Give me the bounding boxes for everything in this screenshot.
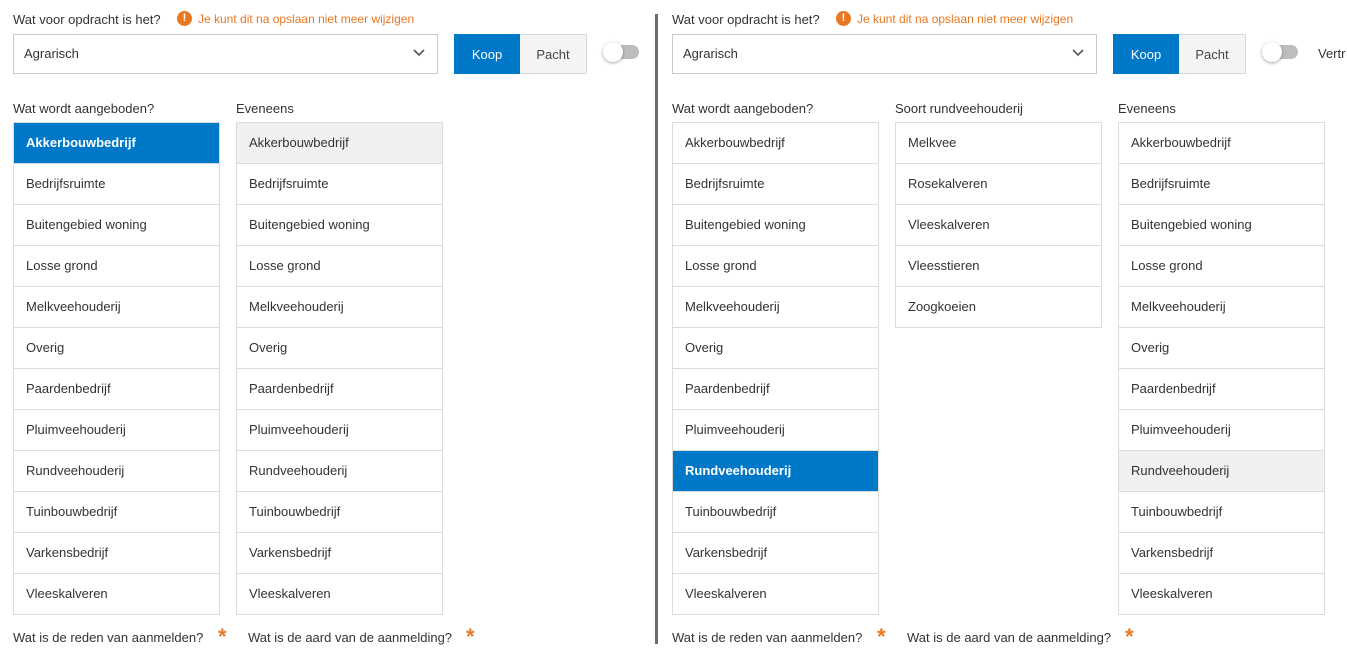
sub-type-header: Soort rundveehouderij [895, 101, 1023, 116]
list-item: Akkerbouwbedrijf [237, 123, 442, 164]
nature-label: Wat is de aard van de aanmelding? [248, 630, 453, 645]
warning-text: Je kunt dit na opslaan niet meer wijzige… [198, 12, 415, 26]
list-item[interactable]: Losse grond [14, 246, 219, 287]
list-item[interactable]: Varkensbedrijf [673, 533, 878, 574]
list-item[interactable]: Melkveehouderij [14, 287, 219, 328]
list-item[interactable]: Rosekalveren [896, 164, 1101, 205]
required-asterisk: * [877, 624, 886, 649]
toggle-switch[interactable] [1262, 42, 1298, 62]
list-item[interactable]: Buitengebied woning [237, 205, 442, 246]
assignment-type-label: Wat voor opdracht is het? [13, 12, 161, 27]
warning-icon: ! [836, 11, 851, 26]
list-item[interactable]: Akkerbouwbedrijf [673, 123, 878, 164]
list-item[interactable]: Overig [14, 328, 219, 369]
also-list: Akkerbouwbedrijf Bedrijfsruimte Buitengebi… [236, 122, 443, 615]
also-header: Eveneens [1118, 101, 1176, 116]
list-item[interactable]: Bedrijfsruimte [1119, 164, 1324, 205]
list-item[interactable]: Tuinbouwbedrijf [237, 492, 442, 533]
list-item[interactable]: Tuinbouwbedrijf [673, 492, 878, 533]
list-item[interactable]: Varkensbedrijf [14, 533, 219, 574]
select-value: Agrarisch [683, 46, 738, 61]
list-item[interactable]: Melkveehouderij [673, 287, 878, 328]
list-item[interactable]: Akkerbouwbedrijf [1119, 123, 1324, 164]
list-item[interactable]: Overig [1119, 328, 1324, 369]
list-item[interactable]: Bedrijfsruimte [14, 164, 219, 205]
assignment-type-label: Wat voor opdracht is het? [672, 12, 820, 27]
list-item[interactable]: Varkensbedrijf [237, 533, 442, 574]
right-panel: Wat voor opdracht is het? ! Je kunt dit … [659, 0, 1347, 649]
list-item[interactable]: Vleesstieren [896, 246, 1101, 287]
list-item[interactable]: Bedrijfsruimte [237, 164, 442, 205]
panel-divider [655, 14, 658, 644]
list-item[interactable]: Bedrijfsruimte [673, 164, 878, 205]
list-item[interactable]: Overig [237, 328, 442, 369]
koop-pacht-segment: Koop Pacht [454, 34, 587, 74]
list-item[interactable]: Melkvee [896, 123, 1101, 164]
list-item[interactable]: Vleeskalveren [673, 574, 878, 614]
list-item[interactable]: Overig [673, 328, 878, 369]
list-item[interactable]: Vleeskalveren [896, 205, 1101, 246]
list-item[interactable]: Varkensbedrijf [1119, 533, 1324, 574]
list-item[interactable]: Pluimveehouderij [237, 410, 442, 451]
list-item[interactable]: Melkveehouderij [1119, 287, 1324, 328]
pacht-button[interactable]: Pacht [520, 34, 587, 74]
list-item[interactable]: Vleeskalveren [14, 574, 219, 614]
toggle-knob [603, 42, 623, 62]
list-item[interactable]: Paardenbedrijf [673, 369, 878, 410]
assignment-type-select[interactable]: Agrarisch [672, 34, 1097, 74]
toggle-label: Vertr [1318, 46, 1346, 61]
required-asterisk: * [466, 624, 475, 649]
list-item[interactable]: Zoogkoeien [896, 287, 1101, 327]
list-item[interactable]: Pluimveehouderij [14, 410, 219, 451]
list-item[interactable]: Buitengebied woning [673, 205, 878, 246]
warning-text: Je kunt dit na opslaan niet meer wijzige… [857, 12, 1074, 26]
sub-type-list: Melkvee Rosekalveren Vleeskalveren Vleessti… [895, 122, 1102, 328]
required-asterisk: * [218, 624, 227, 649]
list-item[interactable]: Losse grond [673, 246, 878, 287]
warning-icon: ! [177, 11, 192, 26]
list-item[interactable]: Rundveehouderij [237, 451, 442, 492]
offered-header: Wat wordt aangeboden? [13, 101, 155, 116]
list-item[interactable]: Buitengebied woning [14, 205, 219, 246]
koop-pacht-segment: Koop Pacht [1113, 34, 1246, 74]
list-item[interactable]: Melkveehouderij [237, 287, 442, 328]
list-item[interactable]: Vleeskalveren [237, 574, 442, 614]
list-item[interactable]: Rundveehouderij [14, 451, 219, 492]
left-panel: Wat voor opdracht is het? ! Je kunt dit … [0, 0, 650, 649]
list-item[interactable]: Buitengebied woning [1119, 205, 1324, 246]
koop-button[interactable]: Koop [454, 34, 520, 74]
also-header: Eveneens [236, 101, 294, 116]
nature-label: Wat is de aard van de aanmelding? [907, 630, 1112, 645]
pacht-button[interactable]: Pacht [1179, 34, 1246, 74]
list-item[interactable]: Tuinbouwbedrijf [1119, 492, 1324, 533]
list-item[interactable]: Pluimveehouderij [1119, 410, 1324, 451]
reason-label: Wat is de reden van aanmelden? [672, 630, 863, 645]
koop-button[interactable]: Koop [1113, 34, 1179, 74]
list-item[interactable]: Paardenbedrijf [1119, 369, 1324, 410]
offered-list: Akkerbouwbedrijf Bedrijfsruimte Buitengebi… [672, 122, 879, 615]
list-item[interactable]: Vleeskalveren [1119, 574, 1324, 614]
also-list: Akkerbouwbedrijf Bedrijfsruimte Buitengebi… [1118, 122, 1325, 615]
assignment-type-select[interactable]: Agrarisch [13, 34, 438, 74]
list-item[interactable]: Paardenbedrijf [14, 369, 219, 410]
list-item[interactable]: Losse grond [1119, 246, 1324, 287]
chevron-down-icon [413, 49, 425, 57]
offered-header: Wat wordt aangeboden? [672, 101, 814, 116]
reason-label: Wat is de reden van aanmelden? [13, 630, 204, 645]
list-item[interactable]: Tuinbouwbedrijf [14, 492, 219, 533]
list-item[interactable]: Rundveehouderij [673, 451, 878, 492]
chevron-down-icon [1072, 49, 1084, 57]
list-item[interactable]: Losse grond [237, 246, 442, 287]
toggle-knob [1262, 42, 1282, 62]
required-asterisk: * [1125, 624, 1134, 649]
list-item: Rundveehouderij [1119, 451, 1324, 492]
offered-list: Akkerbouwbedrijf Bedrijfsruimte Buitengebi… [13, 122, 220, 615]
select-value: Agrarisch [24, 46, 79, 61]
list-item[interactable]: Pluimveehouderij [673, 410, 878, 451]
list-item[interactable]: Akkerbouwbedrijf [14, 123, 219, 164]
list-item[interactable]: Paardenbedrijf [237, 369, 442, 410]
toggle-switch[interactable] [603, 42, 639, 62]
